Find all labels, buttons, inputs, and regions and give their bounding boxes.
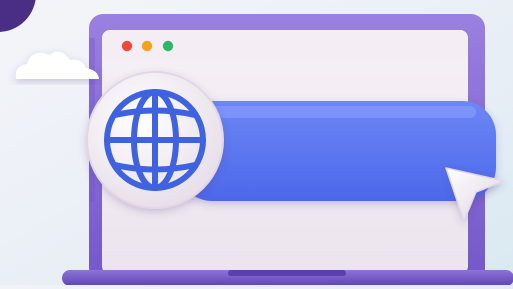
laptop-base-notch [228, 270, 346, 276]
globe-icon [104, 89, 206, 191]
search-bar-highlight [196, 106, 476, 118]
window-maximize-dot[interactable] [162, 40, 174, 52]
laptop-browser-illustration [0, 0, 513, 286]
browser-titlebar [102, 30, 468, 60]
window-minimize-dot[interactable] [141, 40, 153, 52]
illustration-scene [0, 0, 513, 286]
window-close-dot[interactable] [121, 40, 133, 52]
